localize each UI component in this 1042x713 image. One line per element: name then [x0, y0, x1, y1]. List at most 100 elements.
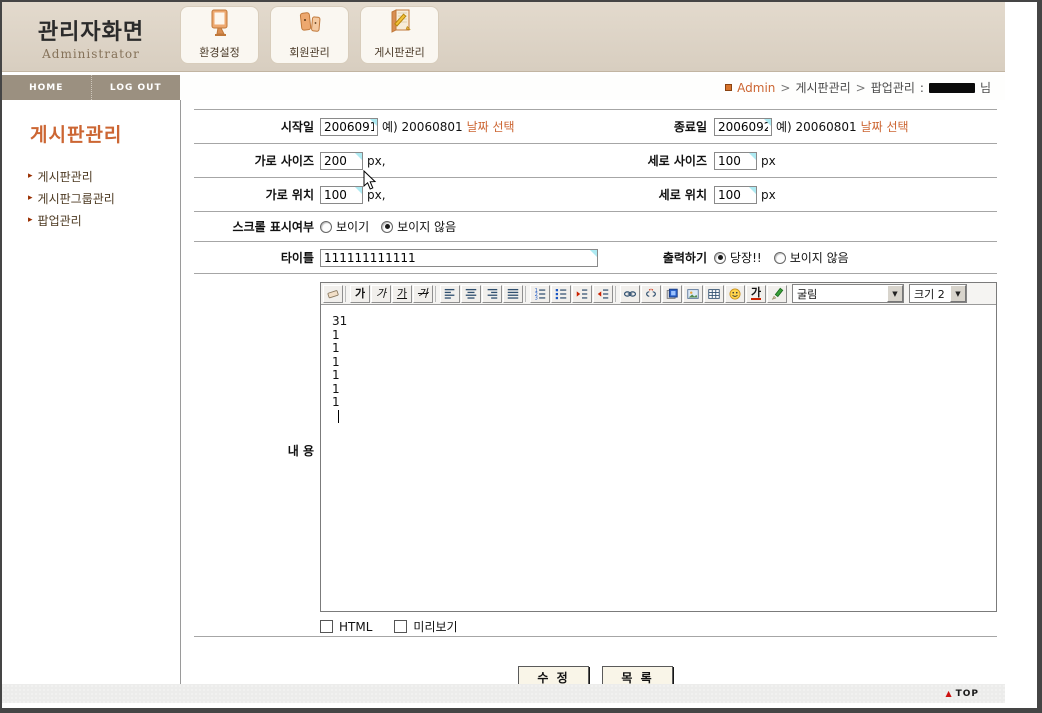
- header-nav: 환경설정 회원관리 게시판관리: [180, 6, 439, 64]
- sidebar: 게시판관리 ▸ 게시판관리 ▸ 게시판그룹관리 ▸ 팝업관리: [2, 100, 181, 684]
- input-corner: [320, 249, 598, 267]
- strikethrough-icon[interactable]: 가: [413, 285, 433, 303]
- logo: 관리자화면 Administrator: [2, 2, 180, 72]
- link-icon[interactable]: [620, 285, 640, 303]
- font-size-select-value: 크기 2: [910, 286, 950, 302]
- editor-content-text: 31 1 1 1 1 1 1: [321, 305, 996, 410]
- breadcrumb-separator: >: [780, 81, 790, 95]
- height-size-unit: px: [761, 154, 776, 168]
- highlight-icon[interactable]: [767, 285, 787, 303]
- width-size-input[interactable]: [320, 152, 363, 170]
- end-date-label: 종료일: [602, 118, 707, 135]
- row-positions: 가로 위치 px, 세로 위치 px: [194, 178, 997, 212]
- breadcrumb-user-suffix: 님: [980, 79, 991, 96]
- output-label: 출력하기: [602, 249, 707, 266]
- start-date-input[interactable]: [320, 118, 378, 136]
- text-caret: [338, 410, 339, 423]
- home-logout-bar: HOME LOG OUT: [2, 75, 180, 100]
- start-date-label: 시작일: [194, 118, 314, 135]
- height-size-label: 세로 사이즈: [602, 152, 707, 169]
- home-button[interactable]: HOME: [2, 75, 92, 100]
- toolbar-separator: [435, 286, 438, 302]
- sidebar-item-board-manage[interactable]: ▸ 게시판관리: [2, 165, 180, 187]
- input-corner: [320, 118, 378, 136]
- y-pos-unit: px: [761, 188, 776, 202]
- ordered-list-icon[interactable]: 123: [530, 285, 550, 303]
- editor-toolbar: 가가가가123가굴림▼크기 2▼: [321, 283, 996, 305]
- eraser-icon[interactable]: [323, 285, 343, 303]
- end-date-input[interactable]: [714, 118, 772, 136]
- indent-increase-icon[interactable]: [572, 285, 592, 303]
- title-label: 타이틀: [194, 249, 314, 266]
- logo-title: 관리자화면: [38, 14, 144, 46]
- scroll-hide-radio[interactable]: [381, 221, 393, 233]
- nav-button-label: 게시판관리: [374, 44, 425, 60]
- breadcrumb-admin-link[interactable]: Admin: [737, 81, 775, 95]
- menu-arrow-icon: ▸: [28, 215, 33, 225]
- media-icon[interactable]: [662, 285, 682, 303]
- unlink-icon[interactable]: [641, 285, 661, 303]
- y-pos-input[interactable]: [714, 186, 757, 204]
- x-pos-input[interactable]: [320, 186, 363, 204]
- height-size-input[interactable]: [714, 152, 757, 170]
- sidebar-item-board-group-manage[interactable]: ▸ 게시판그룹관리: [2, 187, 180, 209]
- toolbar-separator: [525, 286, 528, 302]
- breadcrumb-bullet-icon: [725, 84, 732, 91]
- sidebar-item-popup-manage[interactable]: ▸ 팝업관리: [2, 209, 180, 231]
- emoticon-icon[interactable]: [725, 285, 745, 303]
- settings-monitor-icon: [207, 8, 233, 44]
- align-center-icon[interactable]: [461, 285, 481, 303]
- breadcrumb-separator: >: [856, 81, 866, 95]
- editor-mode-row: HTML 미리보기: [320, 618, 997, 635]
- menu-arrow-icon: ▸: [28, 171, 33, 181]
- preview-checkbox[interactable]: [394, 620, 407, 633]
- bullet-list-icon[interactable]: [551, 285, 571, 303]
- italic-icon[interactable]: 가: [371, 285, 391, 303]
- font-size-select[interactable]: 크기 2▼: [909, 284, 967, 303]
- scroll-show-radio[interactable]: [320, 221, 332, 233]
- input-corner: [320, 186, 363, 204]
- top-arrow-icon: ▲: [945, 689, 951, 698]
- end-date-picker-link[interactable]: 날짜 선택: [861, 118, 909, 135]
- width-size-unit: px,: [367, 154, 386, 168]
- nav-button-board[interactable]: 게시판관리: [360, 6, 439, 64]
- editor-content-area[interactable]: 31 1 1 1 1 1 1: [321, 305, 996, 611]
- logout-button[interactable]: LOG OUT: [92, 75, 181, 100]
- row-content: 내 용 가가가가123가굴림▼크기 2▼ 31 1 1 1 1 1 1: [194, 274, 997, 637]
- input-corner: [714, 152, 757, 170]
- align-justify-icon[interactable]: [503, 285, 523, 303]
- y-pos-label: 세로 위치: [602, 186, 707, 203]
- font-color-icon[interactable]: 가: [746, 285, 766, 303]
- indent-decrease-icon[interactable]: [593, 285, 613, 303]
- sidebar-item-label: 게시판그룹관리: [38, 190, 115, 207]
- start-date-picker-link[interactable]: 날짜 선택: [467, 118, 515, 135]
- top-link[interactable]: TOP: [956, 689, 979, 699]
- toolbar-separator: [345, 286, 348, 302]
- nav-button-label: 회원관리: [289, 44, 329, 60]
- page-header: 관리자화면 Administrator 환경설정 회원관리: [2, 2, 1005, 72]
- table-icon[interactable]: [704, 285, 724, 303]
- nav-button-members[interactable]: 회원관리: [270, 6, 349, 64]
- chevron-down-icon[interactable]: ▼: [887, 285, 903, 302]
- output-now-radio[interactable]: [714, 252, 726, 264]
- content-label: 내 용: [194, 274, 314, 636]
- font-name-select[interactable]: 굴림▼: [792, 284, 904, 303]
- title-input[interactable]: [320, 249, 598, 267]
- end-date-example: 예) 20060801: [776, 118, 857, 135]
- align-right-icon[interactable]: [482, 285, 502, 303]
- breadcrumb: Admin > 게시판관리 > 팝업관리 : 님: [180, 75, 1005, 100]
- board-icon: [387, 8, 413, 44]
- html-checkbox[interactable]: [320, 620, 333, 633]
- image-icon[interactable]: [683, 285, 703, 303]
- sidebar-title: 게시판관리: [30, 120, 180, 147]
- output-hide-radio[interactable]: [774, 252, 786, 264]
- align-left-icon[interactable]: [440, 285, 460, 303]
- chevron-down-icon[interactable]: ▼: [950, 285, 966, 302]
- breadcrumb-item-popup[interactable]: 팝업관리: [871, 79, 915, 96]
- nav-button-settings[interactable]: 환경설정: [180, 6, 259, 64]
- nav-button-label: 환경설정: [199, 44, 239, 60]
- underline-icon[interactable]: 가: [392, 285, 412, 303]
- admin-page: 관리자화면 Administrator 환경설정 회원관리: [2, 2, 1037, 708]
- bold-icon[interactable]: 가: [350, 285, 370, 303]
- breadcrumb-item-board[interactable]: 게시판관리: [795, 79, 850, 96]
